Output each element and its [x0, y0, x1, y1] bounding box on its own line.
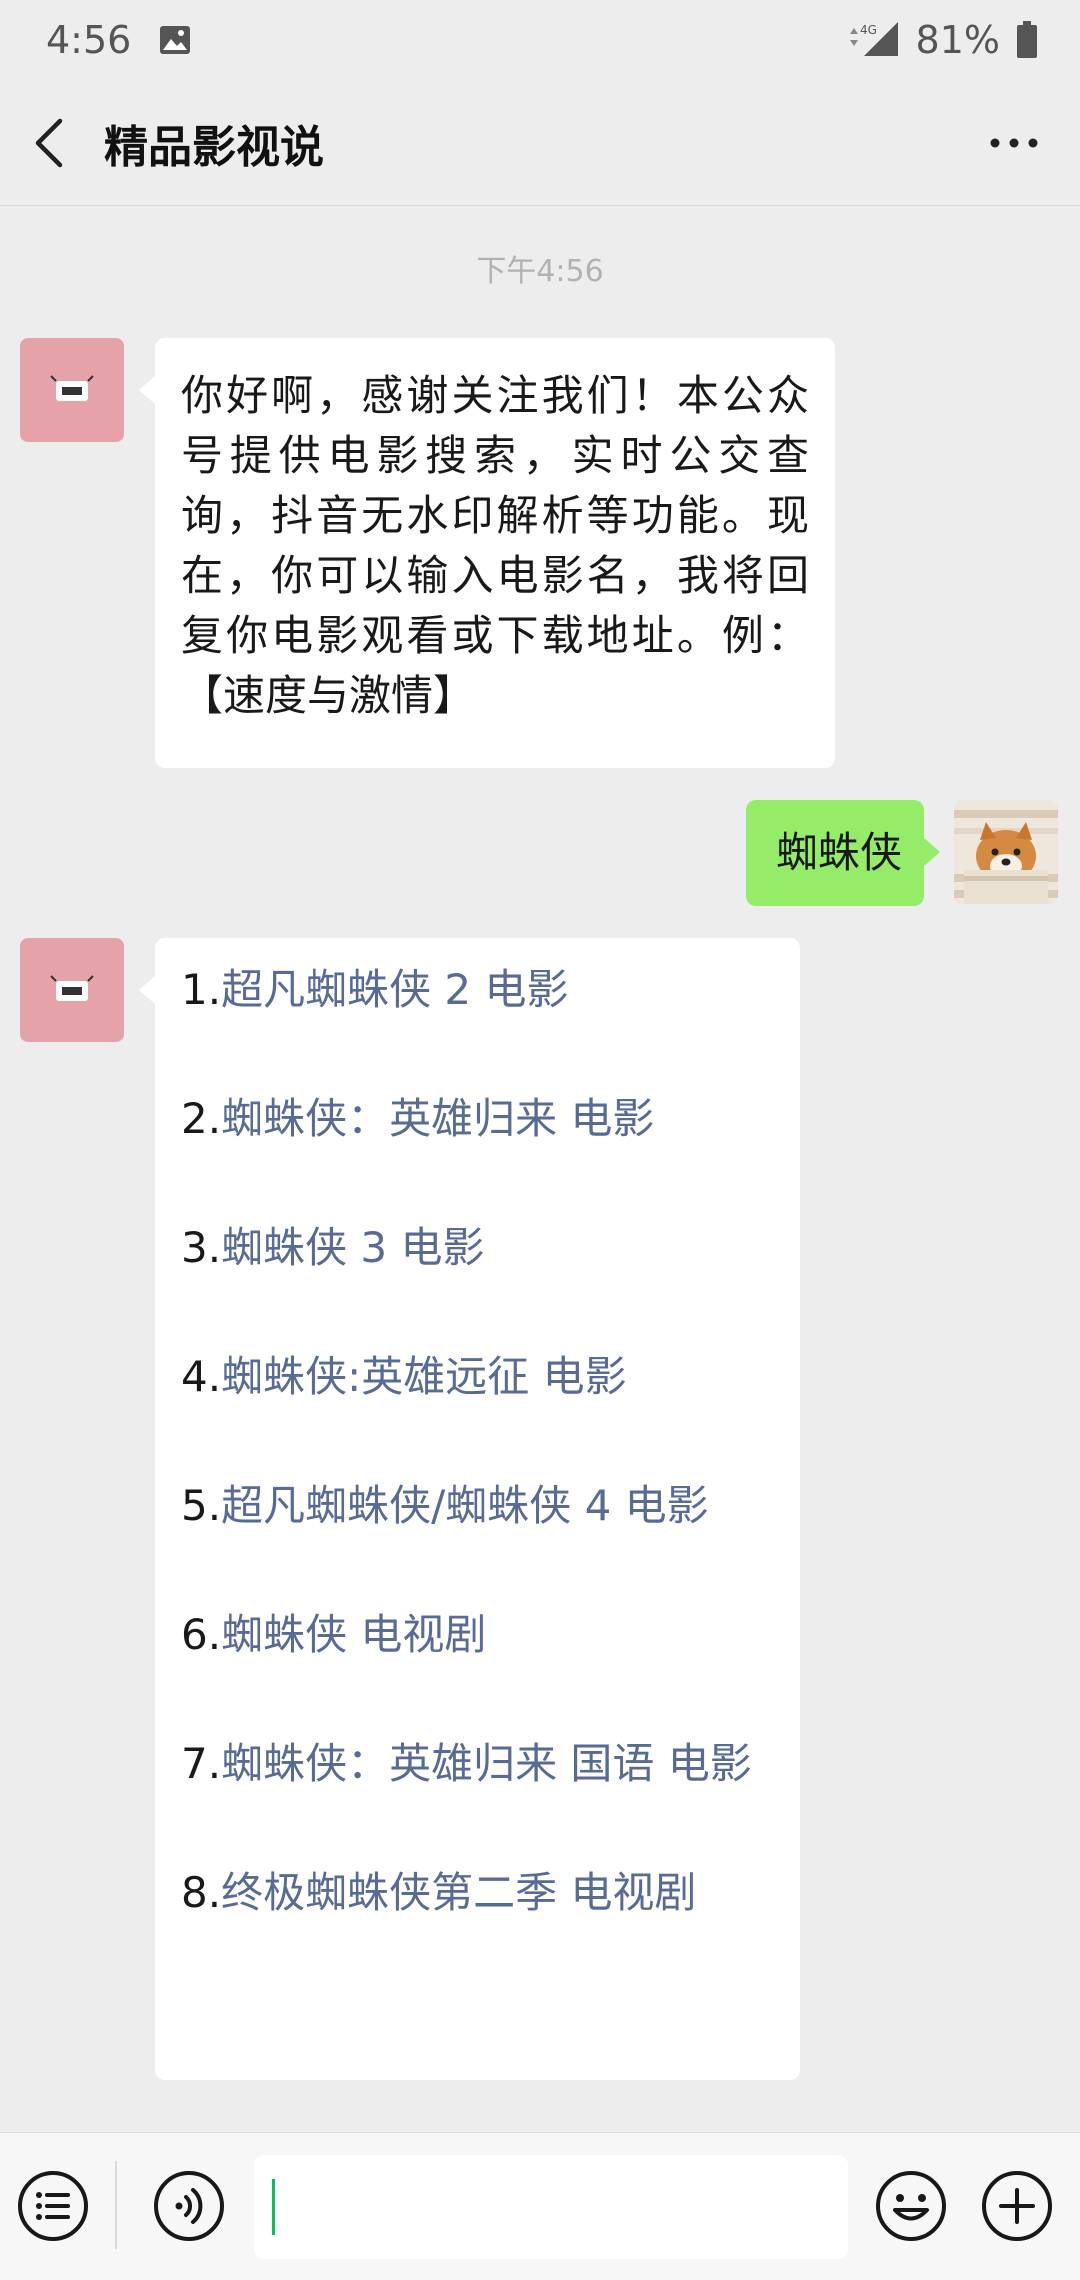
bot-logo-icon — [50, 375, 94, 401]
result-link[interactable]: 蜘蛛侠：英雄归来 电影 — [221, 1094, 654, 1143]
result-number: 7. — [181, 1739, 222, 1788]
sent-bubble: 蜘蛛侠 — [746, 800, 940, 906]
menu-button[interactable] — [14, 2167, 92, 2245]
message-input[interactable] — [254, 2155, 848, 2259]
result-number: 5. — [181, 1481, 222, 1530]
divider — [115, 2161, 117, 2249]
user-avatar[interactable] — [954, 800, 1058, 904]
chat-timestamp: 下午4:56 — [476, 254, 604, 289]
result-link[interactable]: 蜘蛛侠:英雄远征 电影 — [221, 1352, 627, 1401]
result-item[interactable]: 7.蜘蛛侠：英雄归来 国语 电影 — [181, 1734, 776, 1863]
menu-list-icon — [18, 2171, 88, 2241]
results-bubble: 1.超凡蜘蛛侠 2 电影 2.蜘蛛侠：英雄归来 电影 3.蜘蛛侠 3 电影 4.… — [139, 938, 800, 2080]
image-icon — [159, 25, 191, 55]
battery-icon — [1016, 21, 1038, 59]
result-item[interactable]: 4.蜘蛛侠:英雄远征 电影 — [181, 1347, 776, 1476]
result-link[interactable]: 超凡蜘蛛侠/蜘蛛侠 4 电影 — [221, 1481, 709, 1530]
result-item[interactable]: 3.蜘蛛侠 3 电影 — [181, 1218, 776, 1347]
result-item[interactable]: 8.终极蜘蛛侠第二季 电视剧 — [181, 1863, 776, 1992]
voice-icon — [154, 2171, 224, 2241]
back-button[interactable] — [0, 80, 100, 206]
emoji-icon — [876, 2171, 946, 2241]
battery-percent: 81% — [915, 18, 1000, 62]
plus-icon — [982, 2171, 1052, 2241]
result-number: 8. — [181, 1868, 222, 1917]
status-bar: 4:56 4G 81% — [0, 0, 1080, 80]
results-list: 1.超凡蜘蛛侠 2 电影 2.蜘蛛侠：英雄归来 电影 3.蜘蛛侠 3 电影 4.… — [155, 938, 800, 1992]
result-item[interactable]: 5.超凡蜘蛛侠/蜘蛛侠 4 电影 — [181, 1476, 776, 1605]
result-number: 1. — [181, 965, 222, 1014]
status-time: 4:56 — [46, 18, 132, 62]
result-item[interactable]: 2.蜘蛛侠：英雄归来 电影 — [181, 1089, 776, 1218]
sent-message-text: 蜘蛛侠 — [776, 828, 903, 877]
result-item[interactable]: 6.蜘蛛侠 电视剧 — [181, 1605, 776, 1734]
bot-logo-icon — [50, 975, 94, 1001]
chat-header: 精品影视说 — [0, 80, 1080, 206]
result-link[interactable]: 蜘蛛侠：英雄归来 国语 电影 — [221, 1739, 752, 1788]
svg-text:4G: 4G — [860, 23, 877, 37]
voice-button[interactable] — [150, 2167, 228, 2245]
bot-avatar[interactable] — [20, 938, 124, 1042]
dog-photo-icon — [954, 800, 1058, 904]
more-dots-icon — [990, 138, 1038, 148]
result-link[interactable]: 蜘蛛侠 3 电影 — [221, 1223, 484, 1272]
more-button[interactable] — [972, 108, 1056, 178]
result-number: 3. — [181, 1223, 222, 1272]
plus-button[interactable] — [978, 2167, 1056, 2245]
text-cursor — [272, 2179, 275, 2235]
status-right: 4G 81% — [846, 18, 1038, 62]
bot-avatar[interactable] — [20, 338, 124, 442]
result-number: 4. — [181, 1352, 222, 1401]
result-number: 6. — [181, 1610, 222, 1659]
greeting-bubble: 你好啊，感谢关注我们！本公众号提供电影搜索，实时公交查询，抖音无水印解析等功能。… — [139, 338, 835, 768]
result-item[interactable]: 1.超凡蜘蛛侠 2 电影 — [181, 960, 776, 1089]
greeting-text: 你好啊，感谢关注我们！本公众号提供电影搜索，实时公交查询，抖音无水印解析等功能。… — [181, 371, 809, 720]
result-link[interactable]: 超凡蜘蛛侠 2 电影 — [221, 965, 568, 1014]
result-number: 2. — [181, 1094, 222, 1143]
result-link[interactable]: 终极蜘蛛侠第二季 电视剧 — [221, 1868, 696, 1917]
result-link[interactable]: 蜘蛛侠 电视剧 — [221, 1610, 486, 1659]
emoji-button[interactable] — [872, 2167, 950, 2245]
signal-icon: 4G — [846, 20, 900, 60]
back-arrow-icon — [35, 118, 63, 167]
page-title: 精品影视说 — [104, 121, 324, 173]
input-bar — [0, 2132, 1080, 2280]
status-left: 4:56 — [46, 18, 191, 62]
